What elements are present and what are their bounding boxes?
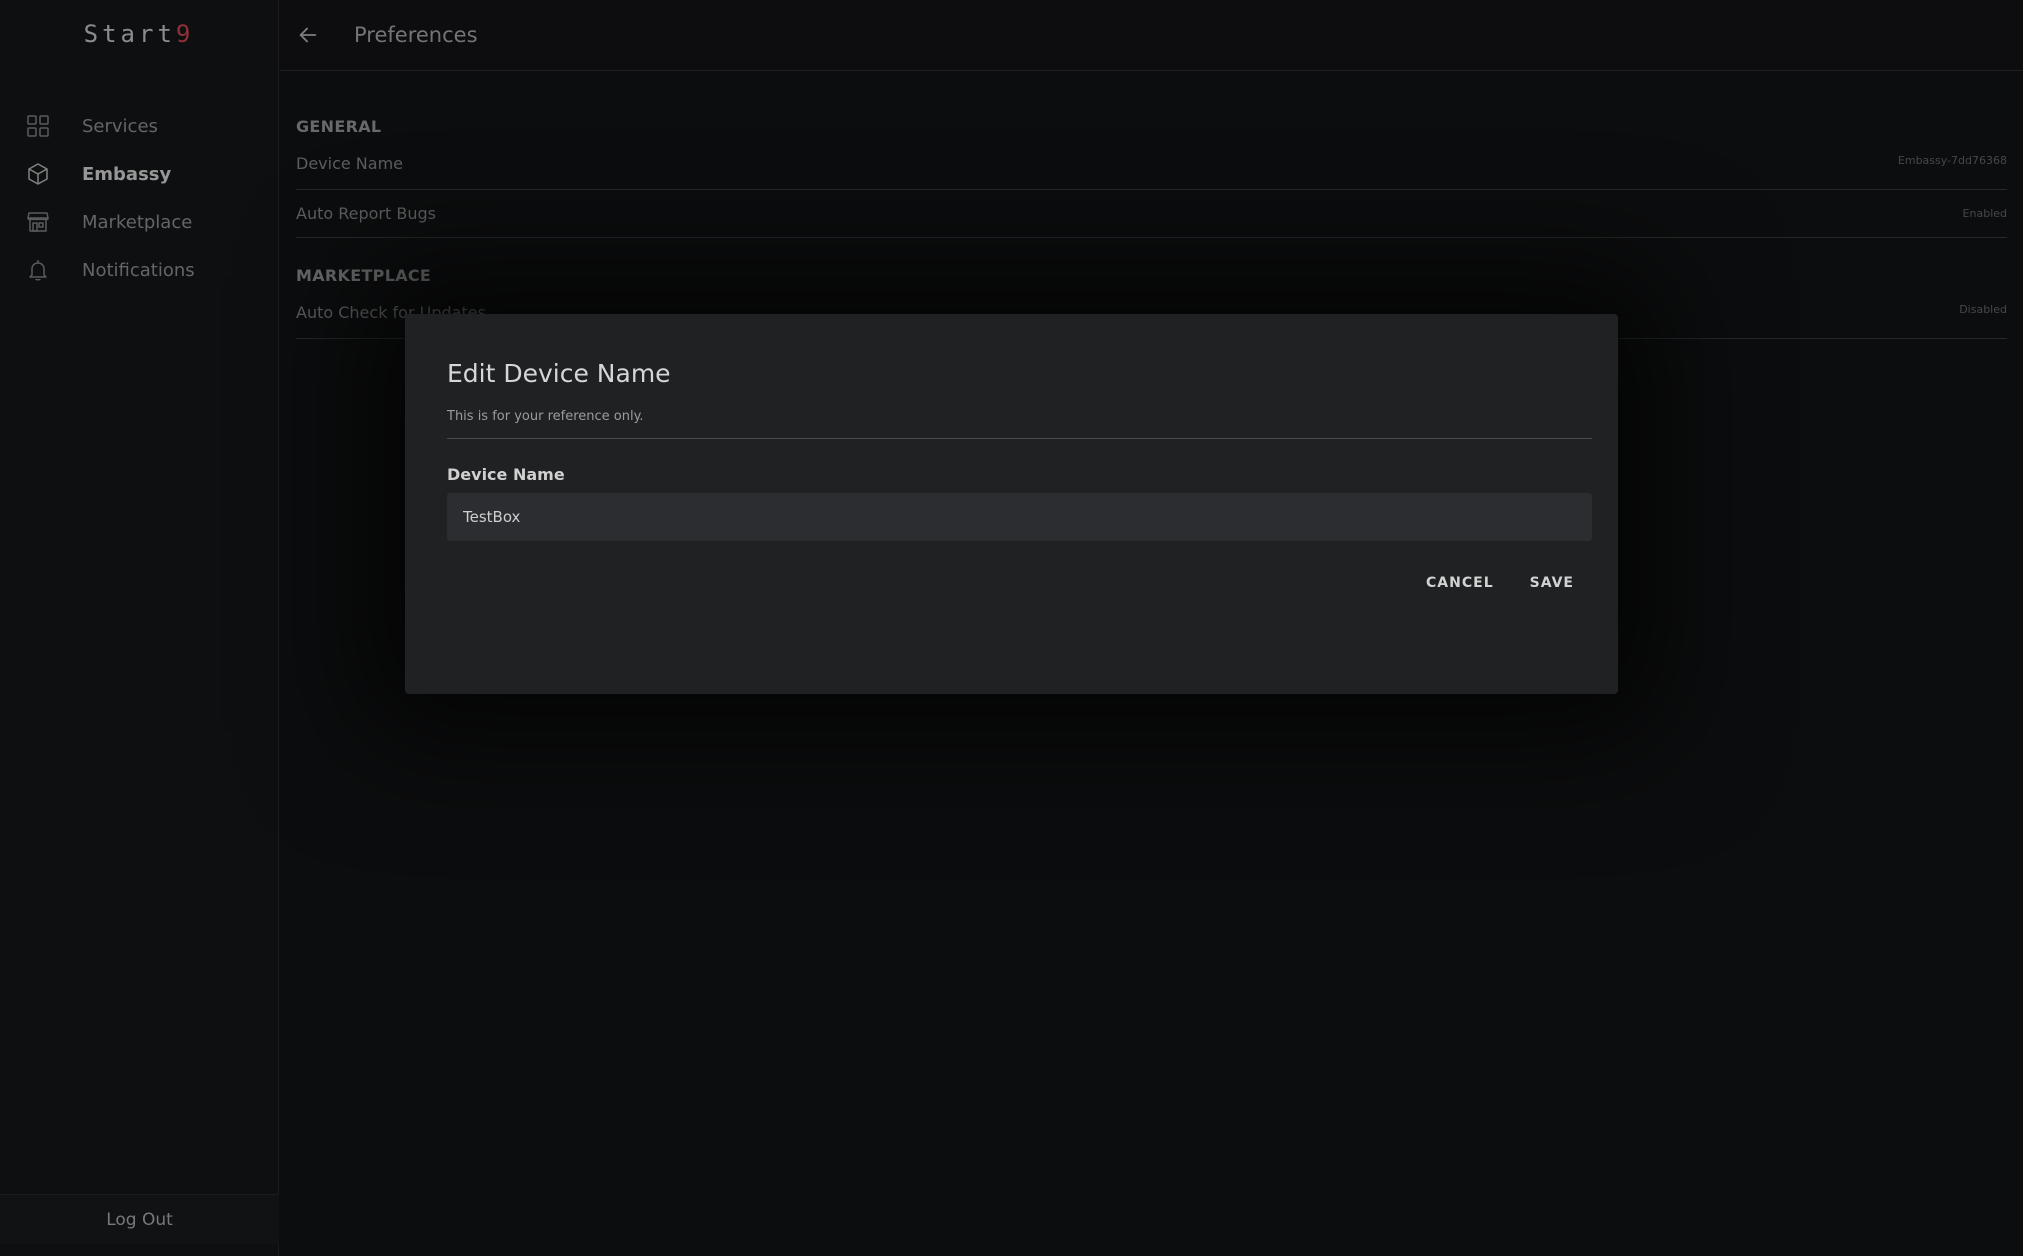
dialog-subtitle: This is for your reference only. [447,409,1592,439]
dialog-title: Edit Device Name [447,359,671,388]
device-name-input[interactable] [447,493,1592,541]
device-name-label: Device Name [447,465,565,484]
edit-device-name-dialog: Edit Device Name This is for your refere… [405,314,1618,694]
cancel-button[interactable]: CANCEL [1426,575,1494,591]
save-button[interactable]: SAVE [1530,575,1574,591]
dialog-actions: CANCEL SAVE [447,575,1592,591]
